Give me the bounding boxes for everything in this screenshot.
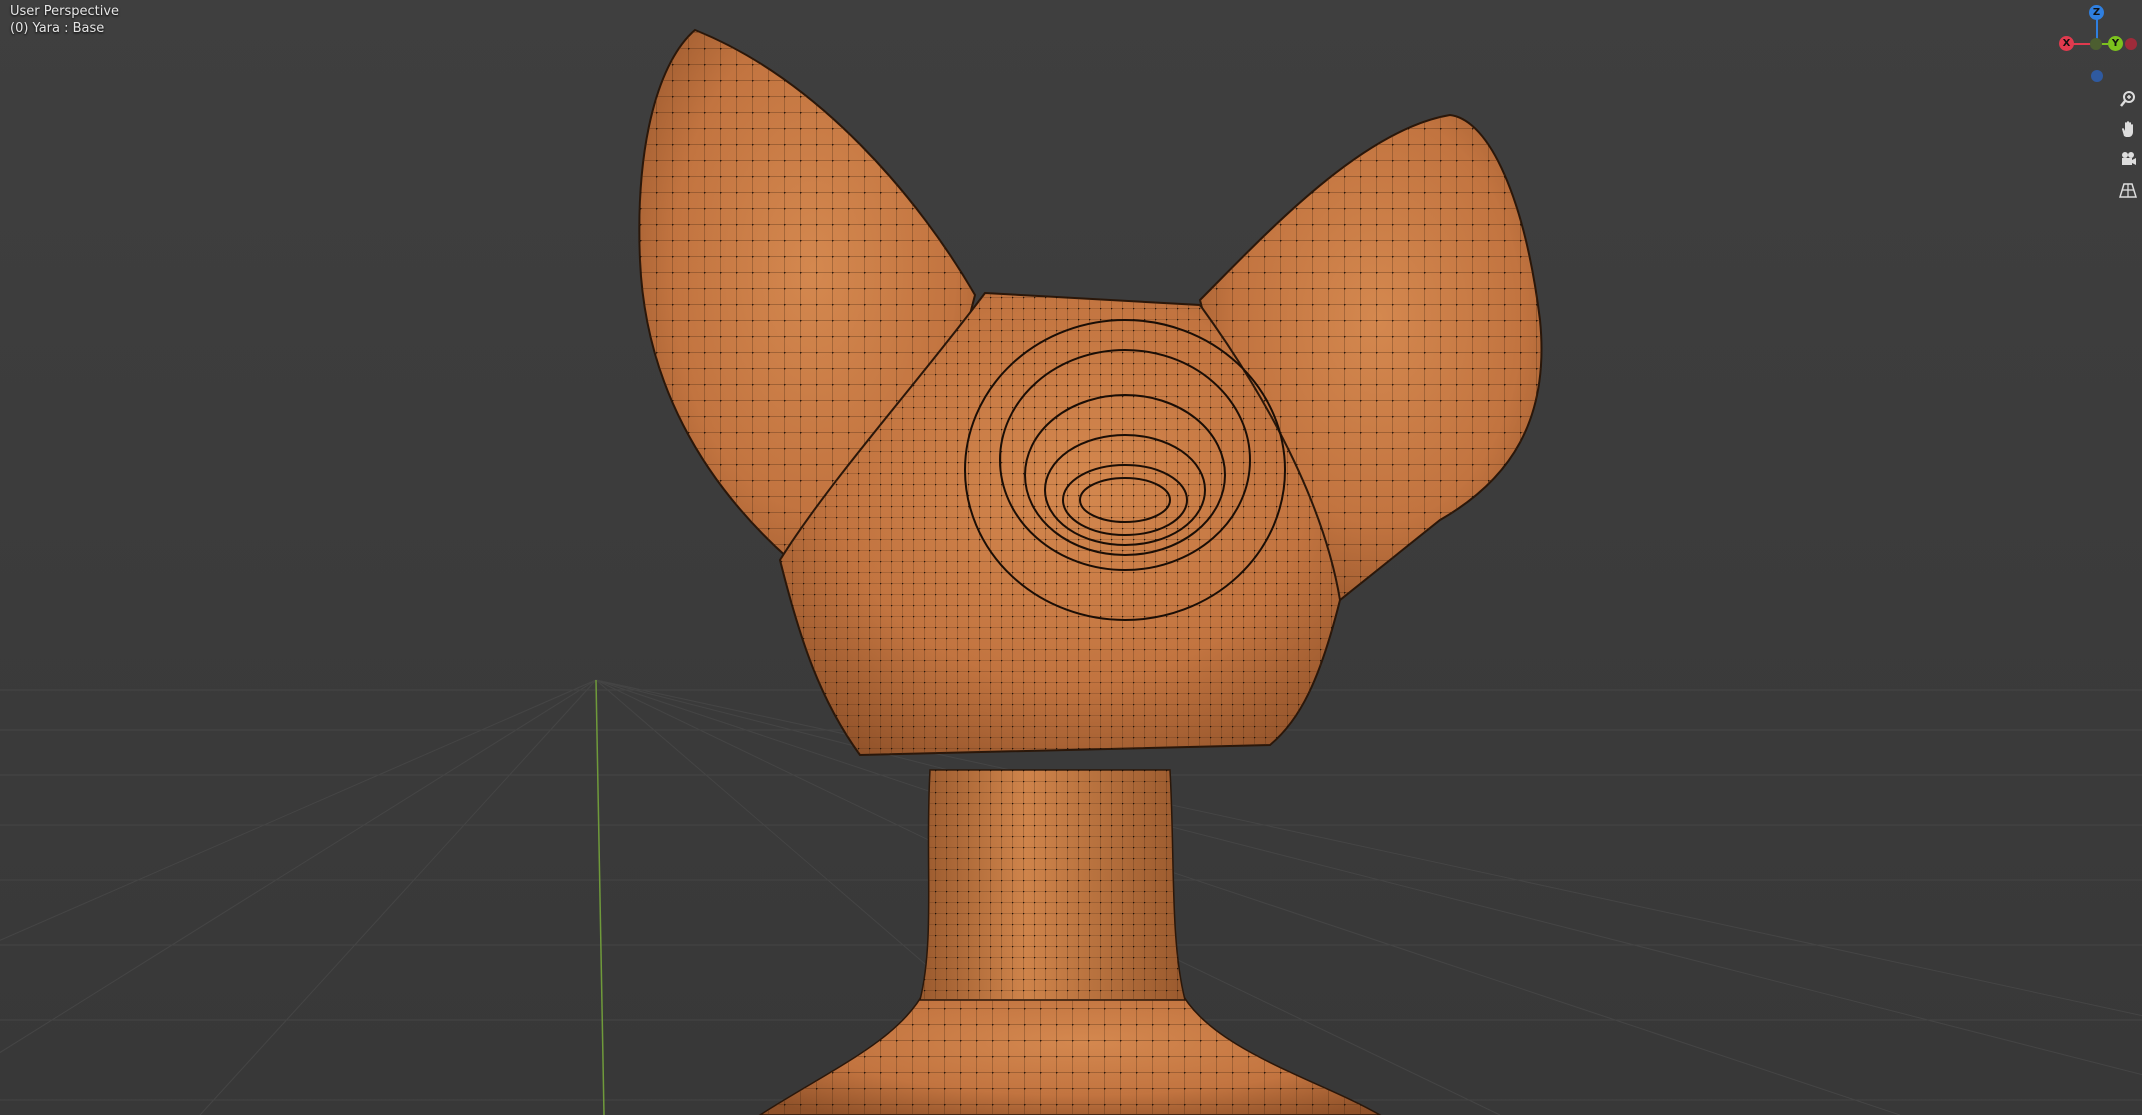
gizmo-neg-z-axis[interactable]	[2091, 70, 2103, 82]
object-info-label: (0) Yara : Base	[10, 21, 105, 36]
pan-button[interactable]	[2116, 117, 2140, 141]
hand-pan-icon	[2122, 121, 2133, 137]
gizmo-y-axis[interactable]: Y	[2108, 36, 2123, 51]
gizmo-x-axis[interactable]: X	[2059, 36, 2074, 51]
navigation-gizmo[interactable]: Z Y X	[2055, 5, 2140, 90]
camera-view-button[interactable]	[2116, 147, 2140, 171]
camera-icon	[2122, 152, 2136, 165]
y-axis-line	[595, 679, 605, 1115]
orthographic-toggle-button[interactable]	[2116, 178, 2140, 202]
scene-canvas[interactable]	[0, 0, 2142, 1115]
view-name-label: User Perspective	[10, 4, 120, 19]
gizmo-neg-x-axis[interactable]	[2125, 38, 2137, 50]
zoom-icon	[2120, 91, 2135, 107]
gizmo-z-axis[interactable]: Z	[2089, 5, 2104, 20]
grid-view-icon	[2119, 183, 2137, 198]
3d-viewport[interactable]: User Perspective (0) Yara : Base Z Y X	[0, 0, 2142, 1115]
gizmo-neg-y-axis[interactable]	[2090, 38, 2102, 50]
zoom-button[interactable]	[2116, 87, 2140, 111]
